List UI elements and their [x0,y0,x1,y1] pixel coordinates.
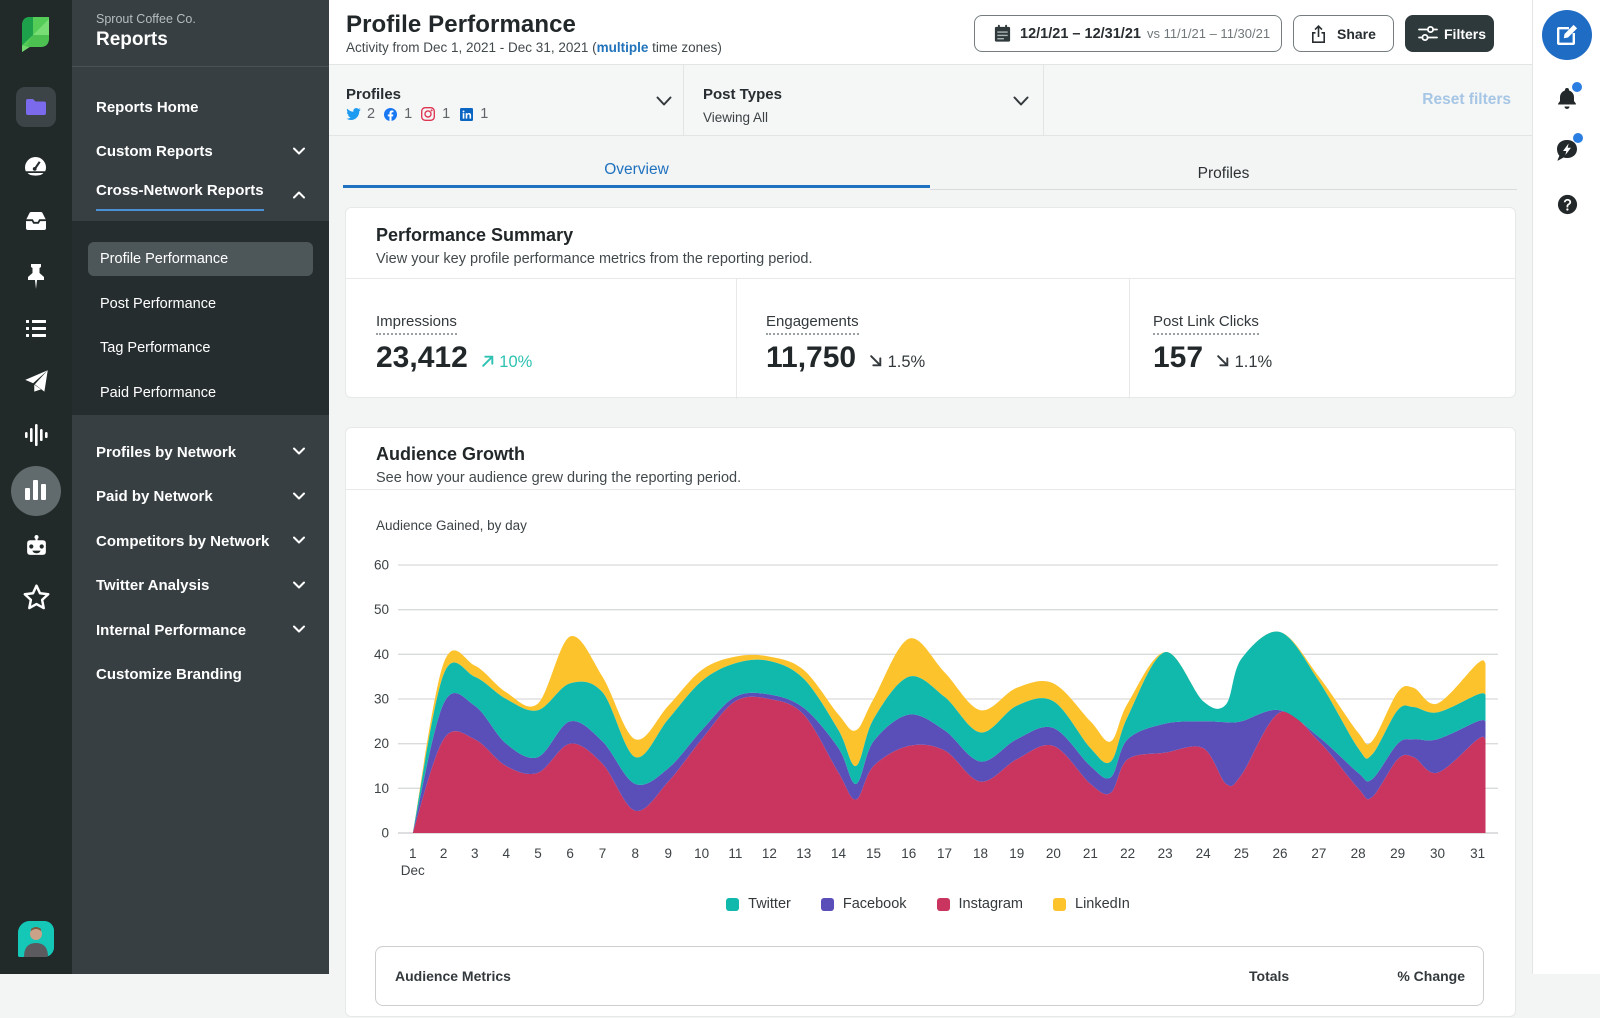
svg-text:25: 25 [1234,846,1249,861]
svg-text:50: 50 [374,602,389,617]
svg-text:20: 20 [374,736,389,751]
svg-text:11: 11 [728,846,742,861]
svg-text:29: 29 [1390,846,1405,861]
svg-text:15: 15 [866,846,881,861]
svg-text:31: 31 [1470,846,1485,861]
svg-text:30: 30 [1430,846,1445,861]
svg-text:9: 9 [665,846,673,861]
svg-text:22: 22 [1120,846,1135,861]
svg-text:3: 3 [471,846,479,861]
svg-text:7: 7 [599,846,607,861]
svg-text:18: 18 [973,846,988,861]
svg-text:2: 2 [440,846,448,861]
svg-text:10: 10 [374,781,389,796]
svg-text:14: 14 [831,846,847,861]
svg-text:27: 27 [1311,846,1326,861]
svg-text:23: 23 [1158,846,1173,861]
svg-text:40: 40 [374,647,389,662]
svg-text:60: 60 [374,558,389,573]
svg-text:24: 24 [1196,846,1212,861]
svg-text:20: 20 [1046,846,1061,861]
svg-text:13: 13 [796,846,811,861]
svg-text:30: 30 [374,692,389,707]
svg-text:Dec: Dec [401,863,425,878]
svg-text:28: 28 [1351,846,1366,861]
svg-text:4: 4 [502,846,510,861]
svg-text:12: 12 [762,846,777,861]
svg-text:8: 8 [631,846,639,861]
svg-text:16: 16 [901,846,916,861]
svg-text:21: 21 [1083,846,1098,861]
svg-text:1: 1 [409,846,417,861]
svg-text:10: 10 [694,846,709,861]
svg-text:6: 6 [566,846,574,861]
svg-text:17: 17 [937,846,952,861]
svg-text:0: 0 [381,826,389,841]
svg-text:19: 19 [1009,846,1024,861]
svg-text:5: 5 [534,846,542,861]
svg-text:26: 26 [1272,846,1287,861]
